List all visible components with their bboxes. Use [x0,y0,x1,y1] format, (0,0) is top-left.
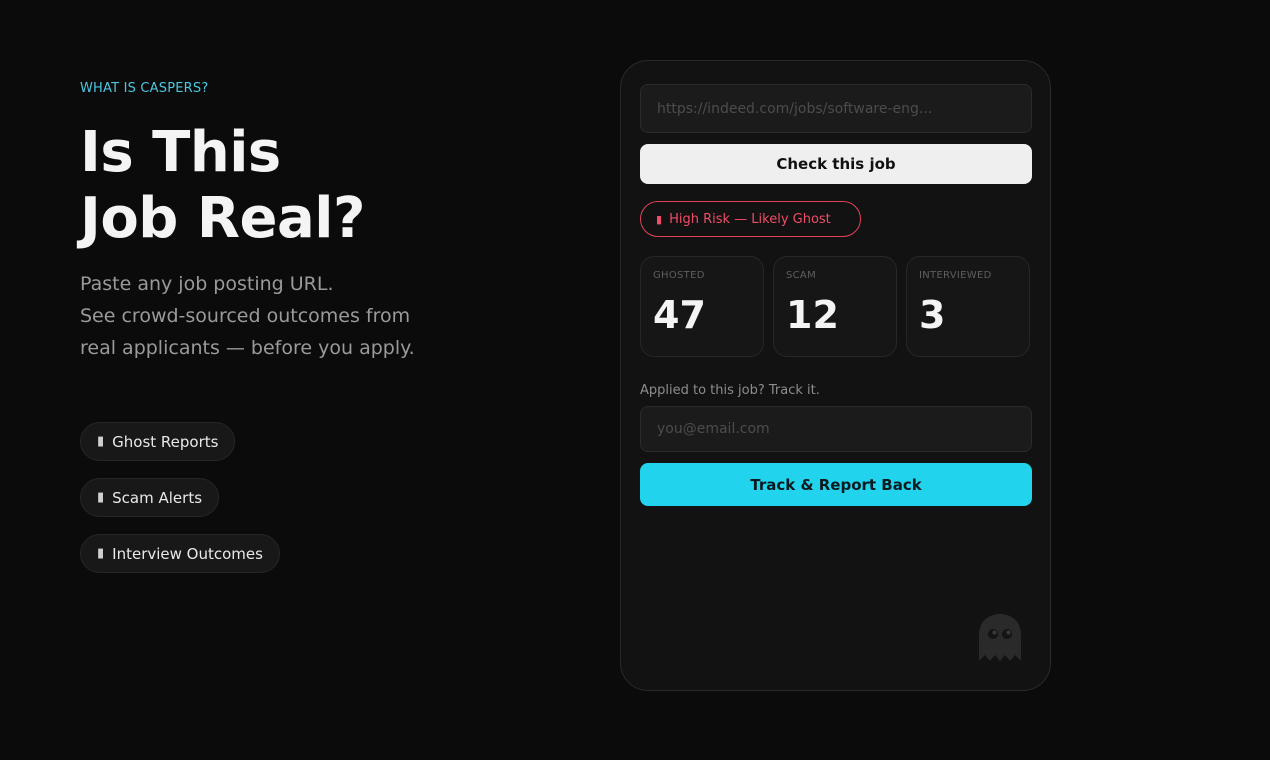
feature-label: Interview Outcomes [112,544,263,563]
alert-icon: ▮ [656,212,663,226]
risk-badge: ▮ High Risk — Likely Ghost [640,201,861,237]
subtitle-line-2: See crowd-sourced outcomes from [80,305,411,327]
stat-card-ghosted: GHOSTED 47 [640,256,764,357]
briefcase-icon: ▮ [97,546,105,561]
risk-label: High Risk — Likely Ghost [669,211,831,227]
job-url-input[interactable]: https://indeed.com/jobs/software-eng... [640,84,1032,133]
ghost-mascot-icon [979,614,1021,661]
subtitle-line-1: Paste any job posting URL. [80,273,334,295]
warning-icon: ▮ [97,490,105,505]
hero-subtitle: Paste any job posting URL. See crowd-sou… [80,268,540,364]
job-checker-card: https://indeed.com/jobs/software-eng... … [620,60,1051,691]
outcome-stats: GHOSTED 47 SCAM 12 INTERVIEWED 3 [640,256,1031,357]
stat-card-interviewed: INTERVIEWED 3 [906,256,1030,357]
hero-section: WHAT IS CASPERS? Is This Job Real? Paste… [80,80,540,573]
url-placeholder: https://indeed.com/jobs/software-eng... [657,100,933,117]
feature-pills: ▮ Ghost Reports ▮ Scam Alerts ▮ Intervie… [80,422,540,573]
eyebrow-label: WHAT IS CASPERS? [80,81,209,96]
feature-label: Ghost Reports [112,432,219,451]
landing-page: WHAT IS CASPERS? Is This Job Real? Paste… [0,0,1270,760]
stat-value: 47 [653,293,706,337]
subtitle-line-3: real applicants — before you apply. [80,337,415,359]
title-line-2: Job Real? [80,186,365,251]
track-report-button[interactable]: Track & Report Back [640,463,1032,506]
stat-label: SCAM [786,270,816,281]
stat-label: INTERVIEWED [919,270,992,281]
check-job-button[interactable]: Check this job [640,144,1032,184]
page-title: Is This Job Real? [80,120,540,252]
feature-label: Scam Alerts [112,488,203,507]
ghost-icon: ▮ [97,434,105,449]
stat-value: 12 [786,293,839,337]
track-prompt: Applied to this job? Track it. [640,383,820,398]
feature-pill-interview-outcomes: ▮ Interview Outcomes [80,534,280,573]
stat-card-scam: SCAM 12 [773,256,897,357]
feature-pill-scam-alerts: ▮ Scam Alerts [80,478,220,517]
feature-pill-ghost-reports: ▮ Ghost Reports [80,422,236,461]
email-input[interactable]: you@email.com [640,406,1032,452]
title-line-1: Is This [80,120,281,185]
stat-label: GHOSTED [653,270,705,281]
email-placeholder: you@email.com [657,421,770,437]
stat-value: 3 [919,293,946,337]
